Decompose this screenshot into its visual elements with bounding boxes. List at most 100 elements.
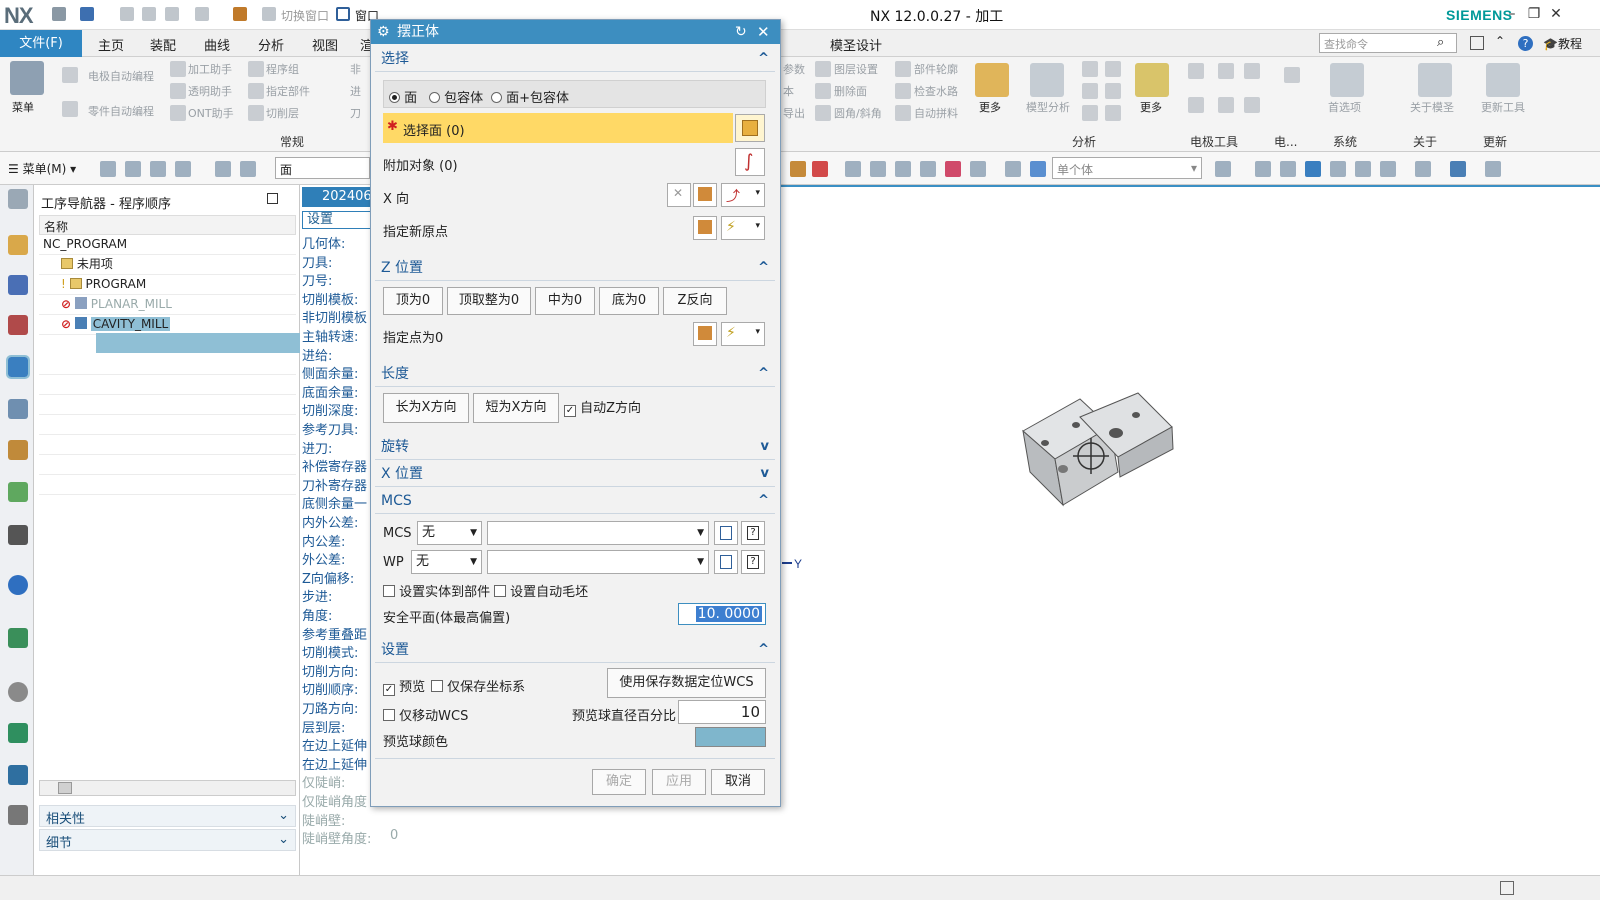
operation-tab[interactable]: 202406 (302, 187, 378, 207)
checkbox-unchecked[interactable] (383, 585, 395, 597)
wp-object-select[interactable]: ▼ (487, 550, 709, 574)
point-type-dropdown[interactable]: ⚡ ▾ (721, 216, 765, 240)
menu-dropdown-button[interactable]: ☰ 菜单(M) ▾ (8, 160, 76, 177)
graphics-window[interactable]: Y (780, 185, 1600, 875)
paste-icon[interactable] (165, 7, 179, 21)
program-group-button[interactable]: 程序组 (266, 61, 299, 77)
analysis-tool-icon-2[interactable] (1105, 61, 1121, 77)
model-analysis-icon[interactable] (1030, 63, 1064, 97)
type-filter-select[interactable]: 面 (275, 157, 370, 179)
graphics-canvas[interactable]: Y (780, 187, 1600, 877)
section-select-header[interactable]: 选择 ^ (375, 46, 775, 72)
toolbar-icon-25[interactable] (1450, 161, 1466, 177)
toolbar-icon-11[interactable] (895, 161, 911, 177)
z-reverse-button[interactable]: Z反向 (663, 287, 727, 315)
more-icon[interactable] (975, 63, 1009, 97)
checkbox-unchecked[interactable] (494, 585, 506, 597)
switch-window-button[interactable]: 切换窗口 (281, 7, 329, 24)
info-icon[interactable] (8, 575, 28, 595)
specify-part-button[interactable]: 指定部件 (266, 83, 310, 99)
assembly-navigator-icon[interactable] (8, 275, 28, 295)
minimize-icon[interactable]: – (1503, 5, 1521, 23)
toolbar-icon-19[interactable] (1280, 161, 1296, 177)
section-mcs-header[interactable]: MCS ^ (375, 488, 775, 514)
ribbon-collapse-icon[interactable]: ⌃ (1495, 34, 1505, 48)
section-x-position-header[interactable]: X 位置 v (375, 461, 775, 487)
details-panel-header[interactable]: 细节 ⌄ (39, 829, 296, 851)
wp-list-icon[interactable] (714, 550, 738, 574)
fillet-chamfer-button[interactable]: 圆角/斜角 (834, 105, 882, 121)
radio-button[interactable] (491, 92, 502, 103)
more-icon-2[interactable] (1135, 63, 1169, 97)
copy-icon[interactable] (142, 7, 156, 21)
electrode-tool-icon-5[interactable] (1244, 63, 1260, 79)
help-icon[interactable]: ? (1518, 36, 1533, 51)
tree-row-cavity-mill[interactable]: ⊘ CAVITY_MILL (39, 315, 296, 335)
toolbar-icon-14[interactable] (970, 161, 986, 177)
water-check-button[interactable]: 检查水路 (914, 83, 958, 99)
cut-layer-button[interactable]: 切削层 (266, 105, 299, 121)
section-settings-header[interactable]: 设置 ^ (375, 637, 775, 663)
analysis-tool-icon-1[interactable] (1082, 61, 1098, 77)
mcs-info-icon[interactable]: ? (741, 521, 765, 545)
toolbar-icon-16[interactable] (1030, 161, 1046, 177)
save-icon[interactable] (52, 7, 66, 21)
mcs-object-select[interactable]: ▼ (487, 521, 709, 545)
ribbon-menu-label[interactable]: 菜单 (12, 99, 34, 115)
maximize-icon[interactable] (267, 193, 278, 204)
bottom-zero-button[interactable]: 底为0 (599, 287, 659, 315)
cut-icon[interactable] (120, 7, 134, 21)
cam-assistant-button[interactable]: 加工助手 (188, 61, 232, 77)
eye-icon[interactable] (8, 525, 28, 545)
reuse-library-icon[interactable] (8, 482, 28, 502)
radio-button[interactable] (389, 92, 400, 103)
operation-navigator-icon[interactable] (6, 355, 30, 379)
toolbar-icon-4[interactable] (175, 161, 191, 177)
electrode-auto-program-button[interactable]: 电极自动编程 (88, 68, 154, 84)
about-button[interactable]: 关于模圣 (1410, 99, 1454, 115)
top-round-zero-button[interactable]: 顶取整为0 (447, 287, 531, 315)
navigator-column-header[interactable]: 名称 (39, 215, 296, 235)
undo-icon[interactable] (80, 7, 94, 21)
switch-window-icon[interactable] (262, 7, 276, 21)
point-dialog-icon[interactable] (693, 216, 717, 240)
layer-settings-button[interactable]: 图层设置 (834, 61, 878, 77)
ribbon-item-non[interactable]: 非 (350, 61, 361, 77)
toolbar-icon-6[interactable] (240, 161, 256, 177)
auto-stock-button[interactable]: 自动拼料 (914, 105, 958, 121)
electrode-tool-icon-2[interactable] (1218, 63, 1234, 79)
part-outline-button[interactable]: 部件轮廓 (914, 61, 958, 77)
history-clock-icon[interactable] (8, 682, 28, 702)
checkbox-checked[interactable]: ✓ (564, 405, 576, 417)
curve-select-icon[interactable]: ∫ (735, 148, 765, 176)
constraint-navigator-icon[interactable] (8, 315, 28, 335)
export-button[interactable]: 导出 (783, 105, 805, 121)
apply-button[interactable]: 应用 (652, 769, 706, 795)
ont-assistant-button[interactable]: ONT助手 (188, 105, 234, 121)
preferences-button[interactable]: 首选项 (1328, 99, 1361, 115)
relations-panel-header[interactable]: 相关性 ⌄ (39, 805, 296, 827)
checkbox-unchecked[interactable] (431, 680, 443, 692)
toolbar-icon-15[interactable] (1005, 161, 1021, 177)
move-wcs-only-checkbox[interactable]: 仅移动WCS (383, 705, 468, 724)
close-icon[interactable]: ✕ (1547, 5, 1565, 23)
save-csys-only-checkbox[interactable]: 仅保存坐标系 (431, 676, 525, 695)
wp-info-icon[interactable]: ? (741, 550, 765, 574)
ribbon-item-tool[interactable]: 刀 (350, 105, 361, 121)
preferences-icon[interactable] (1330, 63, 1364, 97)
tree-row-planar-mill[interactable]: ⊘ PLANAR_MILL (39, 295, 296, 315)
model-analysis-button[interactable]: 模型分析 (1026, 99, 1070, 115)
vector-type-dropdown[interactable]: ⤴ ▾ (721, 183, 765, 207)
checkbox-checked[interactable]: ✓ (383, 684, 395, 696)
middle-zero-button[interactable]: 中为0 (535, 287, 595, 315)
long-as-x-button[interactable]: 长为X方向 (383, 393, 469, 423)
menu-big-icon[interactable] (10, 61, 44, 95)
analysis-tool-icon-5[interactable] (1082, 105, 1098, 121)
toolbar-icon-3[interactable] (150, 161, 166, 177)
update-tools-button[interactable]: 更新工具 (1481, 99, 1525, 115)
toolbar-icon-7[interactable] (790, 161, 806, 177)
tools-icon[interactable] (8, 805, 28, 825)
ribbon-param-button[interactable]: 参数 (783, 61, 805, 77)
horizontal-scrollbar[interactable] (39, 780, 296, 796)
selection-scope-select[interactable]: 单个体 ▾ (1052, 157, 1202, 179)
